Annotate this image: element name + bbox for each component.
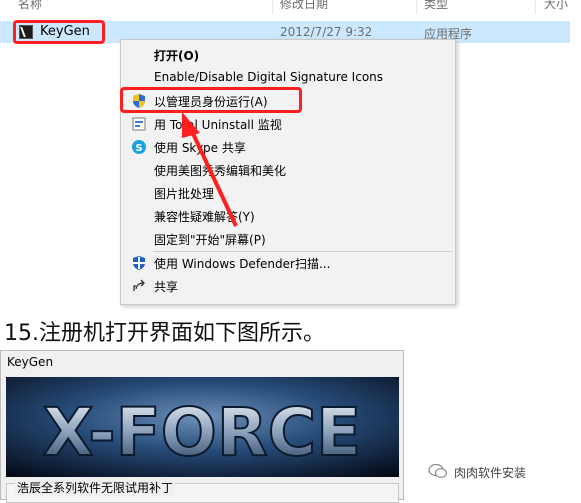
menu-item-batch-image[interactable]: 图片批处理 <box>121 182 455 204</box>
menu-item-label: 共享 <box>154 280 179 294</box>
menu-item-label: 使用美图秀秀编辑和美化 <box>154 164 287 178</box>
menu-item-skype-share[interactable]: S 使用 Skype 共享 <box>121 136 455 158</box>
xforce-banner: X-FORCE <box>6 377 399 477</box>
menu-item-share[interactable]: 共享 <box>121 275 455 297</box>
menu-item-digital-signature[interactable]: Enable/Disable Digital Signature Icons <box>121 67 455 89</box>
keygen-window-title: KeyGen <box>7 355 54 369</box>
column-divider[interactable] <box>272 0 273 14</box>
menu-item-label: 固定到"开始"屏幕(P) <box>154 233 266 247</box>
explorer-column-header: 名称 修改日期 类型 大小 <box>0 0 581 14</box>
highlight-box-file <box>13 20 105 44</box>
menu-item-label: 兼容性疑难解答(Y) <box>154 210 255 224</box>
context-menu: 打开(O) Enable/Disable Digital Signature I… <box>120 39 456 305</box>
share-icon <box>131 278 147 294</box>
menu-item-label: 打开(O) <box>154 49 200 63</box>
keygen-window: KeyGen X-FORCE 浩辰全系列软件无限试用补丁 <box>0 350 404 503</box>
xforce-logo-text: X-FORCE <box>43 394 361 471</box>
column-divider[interactable] <box>535 0 536 14</box>
menu-item-label: 使用 Skype 共享 <box>154 141 246 155</box>
patch-group-label: 浩辰全系列软件无限试用补丁 <box>15 479 176 496</box>
windows-defender-icon <box>131 255 147 271</box>
skype-icon: S <box>131 139 147 155</box>
column-date-modified[interactable]: 修改日期 <box>280 0 328 12</box>
file-date: 2012/7/27 9:32 <box>280 25 373 39</box>
menu-item-label: 使用 Windows Defender扫描... <box>154 257 331 271</box>
column-type[interactable]: 类型 <box>424 0 448 12</box>
menu-item-label: Enable/Disable Digital Signature Icons <box>154 70 384 84</box>
total-uninstall-icon <box>131 116 147 132</box>
menu-item-label: 用 Total Uninstall 监视 <box>154 118 282 132</box>
column-name[interactable]: 名称 <box>18 0 42 12</box>
menu-item-compatibility[interactable]: 兼容性疑难解答(Y) <box>121 205 455 227</box>
menu-item-label: 图片批处理 <box>154 187 215 201</box>
column-divider[interactable] <box>416 0 417 14</box>
svg-text:S: S <box>135 143 142 154</box>
highlight-box-run-as-admin <box>120 87 302 113</box>
menu-item-total-uninstall[interactable]: 用 Total Uninstall 监视 <box>121 113 455 135</box>
watermark-text: 肉肉软件安装 <box>454 466 527 480</box>
menu-item-meitu[interactable]: 使用美图秀秀编辑和美化 <box>121 159 455 181</box>
wechat-icon <box>428 463 448 479</box>
step-title: 15.注册机打开界面如下图所示。 <box>4 321 325 346</box>
column-size[interactable]: 大小 <box>544 0 568 12</box>
menu-item-defender-scan[interactable]: 使用 Windows Defender扫描... <box>121 252 455 274</box>
menu-item-pin-to-start[interactable]: 固定到"开始"屏幕(P) <box>121 228 455 250</box>
menu-item-open[interactable]: 打开(O) <box>121 44 455 66</box>
